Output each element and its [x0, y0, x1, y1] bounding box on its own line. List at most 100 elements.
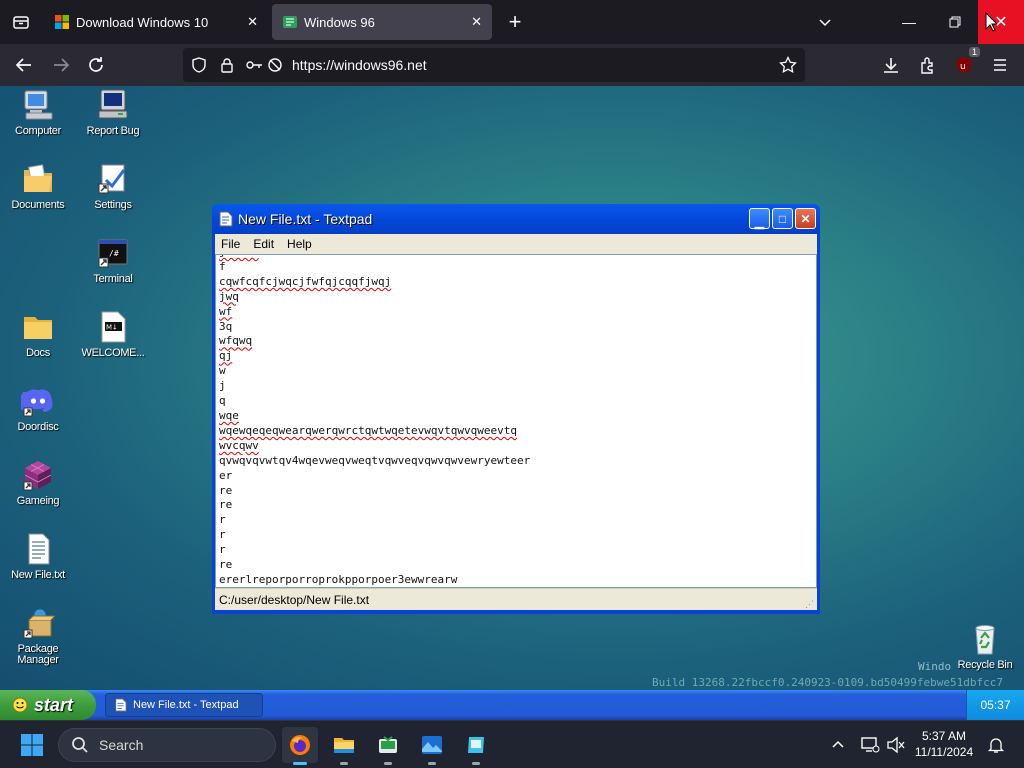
editor-line[interactable]: qvwqvqvwtqv4wqevweqvweqtvqwveqvqwvqwvewr…	[219, 454, 530, 469]
editor-line[interactable]: wqe	[219, 409, 530, 424]
editor-line[interactable]: r	[219, 513, 530, 528]
desktop-icon-documents[interactable]: Documents	[1, 162, 75, 211]
desktop-icon-new-file[interactable]: New File.txt	[1, 532, 75, 581]
editor-line[interactable]: qj	[219, 349, 530, 364]
text-editor-area[interactable]: jscwasfcqwfcqfcjwqcjfwfqjcqqfjwqjjwqwf3q…	[215, 254, 817, 588]
permissions-blocked-icon[interactable]	[267, 57, 283, 73]
editor-line[interactable]: j	[219, 379, 530, 394]
reload-icon[interactable]	[81, 50, 111, 80]
editor-line[interactable]: re	[219, 498, 530, 513]
start-button[interactable]: start	[0, 690, 96, 720]
url-text[interactable]: https://windows96.net	[292, 57, 427, 73]
system-tray-clock[interactable]: 05:37	[966, 690, 1024, 720]
editor-line[interactable]: wf	[219, 305, 530, 320]
mouse-cursor-icon	[985, 12, 997, 32]
taskbar-window-label: New File.txt - Textpad	[133, 699, 239, 711]
tab-windows-96[interactable]: Windows 96 ✕	[272, 4, 492, 40]
file-explorer-icon[interactable]	[326, 727, 362, 765]
report-bug-icon	[98, 89, 128, 119]
text-file-icon	[28, 533, 50, 565]
folder-icon	[24, 317, 52, 339]
ublock-origin-icon[interactable]: u 1	[949, 47, 980, 80]
editor-line[interactable]: 3q	[219, 320, 530, 335]
extensions-icon[interactable]	[913, 50, 943, 80]
system-clock[interactable]: 5:37 AM 11/11/2024	[912, 728, 976, 760]
desktop-icon-gameing[interactable]: Gameing	[1, 458, 75, 507]
resize-grip-icon[interactable]: ⋰	[805, 599, 814, 610]
editor-line[interactable]: r	[219, 543, 530, 558]
editor-line[interactable]: er	[219, 469, 530, 484]
minimize-window-icon[interactable]: —	[886, 0, 932, 44]
tab-title: Download Windows 10	[76, 14, 209, 30]
desktop-icon-package-manager[interactable]: Package Manager	[1, 606, 75, 666]
desktop-icon-recycle-bin[interactable]: Recycle Bin	[948, 622, 1022, 671]
desktop-icon-terminal[interactable]: /# Terminal	[76, 236, 150, 285]
show-hidden-icons-icon[interactable]	[820, 727, 856, 763]
bookmark-star-icon[interactable]	[779, 56, 797, 74]
desktop-icon-settings[interactable]: Settings	[76, 162, 150, 211]
hamburger-menu-icon[interactable]	[985, 50, 1015, 80]
window-titlebar[interactable]: New File.txt - Textpad ▁ □ ✕	[212, 204, 820, 234]
windows-logo-icon	[55, 15, 69, 29]
editor-line[interactable]: q	[219, 394, 530, 409]
desktop-icon-welcome[interactable]: M↓ WELCOME...	[76, 310, 150, 359]
close-tab-icon[interactable]: ✕	[471, 14, 482, 30]
app-icon-cyan[interactable]	[458, 727, 494, 765]
editor-line[interactable]: wfqwq	[219, 334, 530, 349]
editor-line[interactable]: jwq	[219, 290, 530, 305]
search-placeholder: Search	[99, 737, 144, 753]
tracking-protection-icon[interactable]	[245, 57, 263, 73]
maximize-icon[interactable]: □	[772, 208, 793, 229]
new-tab-icon[interactable]: +	[500, 7, 530, 37]
menu-file[interactable]: File	[221, 237, 240, 251]
taskbar-window-button[interactable]: New File.txt - Textpad	[105, 693, 263, 717]
editor-line[interactable]: r	[219, 528, 530, 543]
menu-edit[interactable]: Edit	[253, 237, 274, 251]
firefox-icon[interactable]	[282, 727, 318, 765]
window-title: New File.txt - Textpad	[238, 211, 373, 227]
desktop-icon-label: Recycle Bin	[957, 659, 1013, 671]
textpad-window[interactable]: New File.txt - Textpad ▁ □ ✕ File Edit H…	[212, 204, 820, 614]
app-icon-blue[interactable]	[414, 727, 450, 765]
restore-window-icon[interactable]	[932, 0, 978, 44]
address-bar[interactable]: https://windows96.net	[183, 48, 805, 82]
textpad-app-icon	[115, 698, 127, 712]
tab-download-windows-10[interactable]: Download Windows 10 ✕	[44, 4, 268, 40]
editor-line[interactable]: wvcqwv	[219, 439, 530, 454]
desktop-icon-doordisc[interactable]: Doordisc	[1, 384, 75, 433]
forward-arrow-icon[interactable]	[46, 50, 76, 80]
menu-help[interactable]: Help	[287, 237, 312, 251]
editor-line[interactable]: re	[219, 558, 530, 573]
notification-bell-icon[interactable]	[978, 727, 1014, 763]
desktop-icon-docs[interactable]: Docs	[1, 310, 75, 359]
volume-muted-icon[interactable]	[878, 727, 914, 763]
windows96-desktop: Computer Report Bug Documents Settings /…	[0, 86, 1024, 690]
taskbar-search[interactable]: Search	[58, 728, 276, 762]
lock-icon[interactable]	[219, 57, 235, 73]
editor-line[interactable]: w	[219, 364, 530, 379]
editor-line[interactable]: cqwfcqfcjwqcjfwfqjcqqfjwqj	[219, 275, 530, 290]
downloads-icon[interactable]	[876, 50, 906, 80]
desktop-icon-label: Terminal	[93, 273, 133, 285]
extension-badge: 1	[968, 47, 980, 57]
editor-line[interactable]: f	[219, 260, 530, 275]
windows-start-icon[interactable]	[14, 727, 50, 763]
tray-time: 05:37	[980, 698, 1011, 712]
app-icon-green[interactable]	[370, 727, 406, 765]
minimize-icon[interactable]: ▁	[749, 208, 770, 229]
desktop-icon-report-bug[interactable]: Report Bug	[76, 88, 150, 137]
editor-line[interactable]: ererlreporporroprokpporpoer3ewwrearw	[219, 573, 530, 587]
desktop-icon-label: Package Manager	[17, 643, 59, 666]
shield-icon[interactable]	[191, 57, 207, 73]
tab-overview-icon[interactable]	[6, 7, 36, 37]
editor-line[interactable]: re	[219, 484, 530, 499]
desktop-icon-computer[interactable]: Computer	[1, 88, 75, 137]
editor-content[interactable]: jscwasfcqwfcqfcjwqcjfwfqjcqqfjwqjjwqwf3q…	[219, 255, 530, 587]
desktop-icon-label: Doordisc	[17, 421, 59, 433]
editor-line[interactable]: wqewqeqeqwearqwerqwrctqwtwqetevwqvtqwvqw…	[219, 424, 530, 439]
close-tab-icon[interactable]: ✕	[247, 14, 258, 30]
back-arrow-icon[interactable]	[9, 50, 39, 80]
menu-bar: File Edit Help	[215, 234, 817, 254]
close-icon[interactable]: ✕	[795, 208, 816, 229]
chevron-down-icon[interactable]	[810, 7, 840, 37]
